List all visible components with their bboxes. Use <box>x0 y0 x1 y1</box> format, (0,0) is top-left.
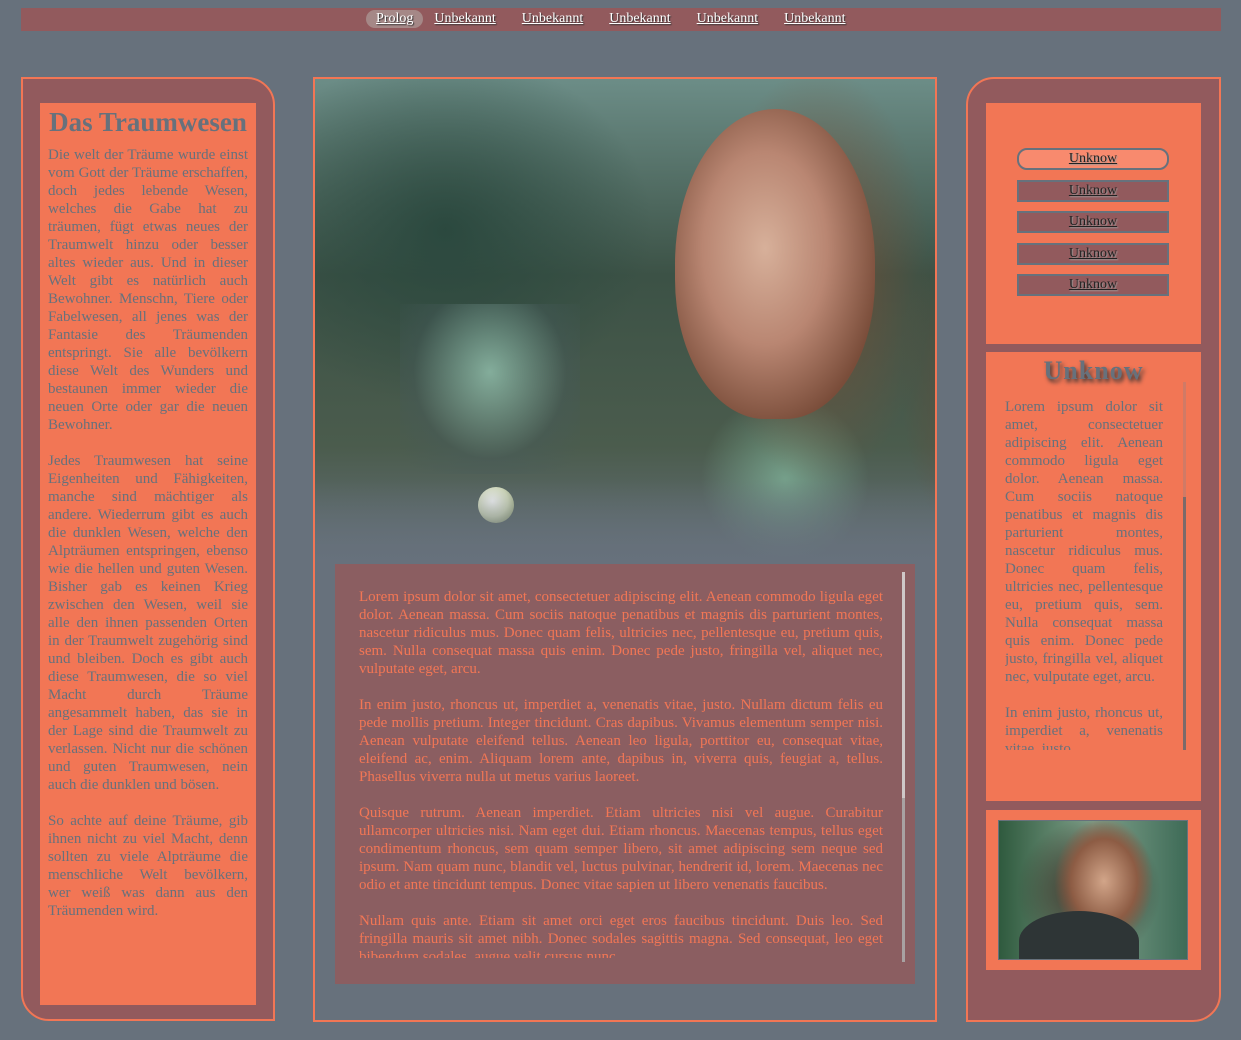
center-text: Lorem ipsum dolor sit amet, consectetuer… <box>359 588 883 958</box>
nav-link-unbekannt-5[interactable]: Unbekannt <box>773 10 860 28</box>
right-paragraph: Lorem ipsum dolor sit amet, consectetuer… <box>1005 399 1163 685</box>
nav-links: Prolog Unbekannt Unbekannt Unbekannt Unb… <box>366 10 861 28</box>
right-text: Lorem ipsum dolor sit amet, consectetuer… <box>1005 398 1163 750</box>
right-menu-button-3[interactable]: Unknow <box>1017 211 1169 233</box>
left-info-box[interactable]: Das Traumwesen Die welt der Träume wurde… <box>40 103 256 1005</box>
portrait-photo <box>998 820 1188 960</box>
portrait-shirt-shape <box>1019 911 1139 959</box>
left-paragraph: So achte auf deine Träume, gib ihnen nic… <box>48 813 248 919</box>
right-content-box[interactable]: Unknow Lorem ipsum dolor sit amet, conse… <box>986 352 1201 801</box>
nav-link-unbekannt-1[interactable]: Unbekannt <box>423 10 510 28</box>
center-text-box[interactable]: Lorem ipsum dolor sit amet, consectetuer… <box>335 564 915 984</box>
hero-fade <box>315 479 935 569</box>
right-menu-button-5[interactable]: Unknow <box>1017 274 1169 296</box>
left-paragraph: Die welt der Träume wurde einst vom Gott… <box>48 147 248 433</box>
right-menu-button-4[interactable]: Unknow <box>1017 243 1169 265</box>
hero-face-shape <box>675 109 875 419</box>
right-paragraph: In enim justo, rhoncus ut, imperdiet a, … <box>1005 705 1163 750</box>
nav-link-unbekannt-3[interactable]: Unbekannt <box>598 10 685 28</box>
right-menu-box: Unknow Unknow Unknow Unknow Unknow <box>986 103 1201 344</box>
left-title: Das Traumwesen <box>49 107 247 137</box>
right-photo-frame <box>986 810 1201 970</box>
center-paragraph: In enim justo, rhoncus ut, imperdiet a, … <box>359 697 883 785</box>
right-menu-button-2[interactable]: Unknow <box>1017 180 1169 202</box>
center-paragraph: Quisque rutrum. Aenean imperdiet. Etiam … <box>359 805 883 893</box>
nav-link-unbekannt-4[interactable]: Unbekannt <box>686 10 773 28</box>
nav-link-prolog[interactable]: Prolog <box>366 10 424 28</box>
right-title: Unknow <box>1043 356 1144 385</box>
center-scrollbar-thumb[interactable] <box>902 572 905 798</box>
hero-image <box>315 79 935 569</box>
center-paragraph: Nullam quis ante. Etiam sit amet orci eg… <box>359 913 883 958</box>
center-paragraph: Lorem ipsum dolor sit amet, consectetuer… <box>359 589 883 677</box>
right-menu-button-1[interactable]: Unknow <box>1017 148 1169 170</box>
right-scrollbar-thumb[interactable] <box>1183 497 1186 750</box>
nav-link-unbekannt-2[interactable]: Unbekannt <box>511 10 598 28</box>
hero-forest-glow <box>400 304 580 474</box>
left-text: Die welt der Träume wurde einst vom Gott… <box>48 146 248 920</box>
left-paragraph: Jedes Traumwesen hat seine Eigenheiten u… <box>48 453 248 793</box>
